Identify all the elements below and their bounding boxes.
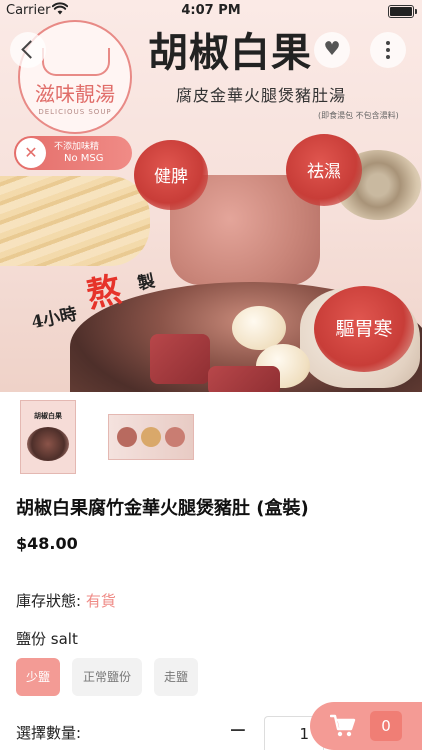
back-button[interactable] bbox=[10, 32, 46, 68]
more-options-button[interactable] bbox=[370, 32, 406, 68]
benefit-text: 驅胃寒 bbox=[335, 318, 393, 340]
pot-icon bbox=[42, 48, 110, 76]
cart-count-badge: 0 bbox=[370, 711, 402, 741]
hero-title: 胡椒白果 bbox=[148, 29, 312, 76]
thumbnail-2[interactable] bbox=[108, 414, 194, 460]
stock-status: 庫存狀態: 有貨 bbox=[16, 590, 116, 611]
slow-cook-fire-text: 熬 bbox=[83, 269, 125, 316]
stock-value: 有貨 bbox=[85, 592, 116, 610]
thumbnail-image bbox=[27, 427, 69, 461]
hero-note: (即食湯包 不包含湯料) bbox=[318, 111, 399, 120]
product-price: $48.00 bbox=[16, 534, 78, 553]
shopping-cart-icon bbox=[329, 714, 356, 738]
benefit-bubble-spleen: 健脾 bbox=[134, 140, 208, 210]
thumbnail-1[interactable]: 胡椒白果 bbox=[20, 400, 76, 474]
logo-subtext: DELICIOUS SOUP bbox=[38, 108, 112, 116]
quantity-decrement-button[interactable]: − bbox=[228, 718, 248, 743]
salt-option-low[interactable]: 少鹽 bbox=[16, 658, 60, 696]
ham-chunk-image bbox=[208, 366, 280, 392]
benefit-text: 健脾 bbox=[154, 167, 188, 187]
salt-option-none[interactable]: 走鹽 bbox=[154, 658, 198, 696]
hero-subtitle: 腐皮金華火腿煲豬肚湯 bbox=[176, 86, 347, 105]
benefit-bubble-stomach: 驅胃寒 bbox=[314, 286, 414, 372]
product-hero-image[interactable]: 滋味靚湯 DELICIOUS SOUP 胡椒白果 腐皮金華火腿煲豬肚湯 (即食湯… bbox=[0, 0, 422, 392]
slow-cook-hours: 4小時 bbox=[29, 304, 79, 334]
clock: 4:07 PM bbox=[181, 3, 241, 18]
thumbnail-title: 胡椒白果 bbox=[34, 412, 62, 420]
logo-text: 滋味靚湯 bbox=[35, 82, 115, 106]
no-msg-icon bbox=[16, 138, 46, 168]
cart-button[interactable]: 0 bbox=[310, 702, 422, 750]
salt-option-label: 鹽份 salt bbox=[16, 630, 78, 648]
benefit-text: 祛濕 bbox=[307, 162, 341, 182]
slow-cook-suffix: 製 bbox=[135, 271, 157, 295]
image-thumbnails: 胡椒白果 bbox=[0, 392, 422, 484]
favorite-button[interactable] bbox=[314, 32, 350, 68]
stock-label: 庫存狀態: bbox=[16, 592, 82, 610]
status-bar: Carrier 4:07 PM bbox=[0, 0, 422, 22]
battery-icon bbox=[388, 5, 417, 18]
salt-option-normal[interactable]: 正常鹽份 bbox=[72, 658, 142, 696]
no-msg-badge: 不添加味精 No MSG bbox=[14, 136, 132, 170]
no-msg-text-cn: 不添加味精 bbox=[54, 142, 100, 152]
quantity-label: 選擇數量: bbox=[16, 724, 82, 742]
ham-chunk-image bbox=[150, 334, 210, 384]
benefit-bubble-damp: 祛濕 bbox=[286, 134, 362, 206]
product-title: 胡椒白果腐竹金華火腿煲豬肚 (盒裝) bbox=[16, 498, 309, 519]
tofu-skin-image bbox=[0, 176, 150, 266]
no-msg-text-en: No MSG bbox=[64, 153, 104, 164]
